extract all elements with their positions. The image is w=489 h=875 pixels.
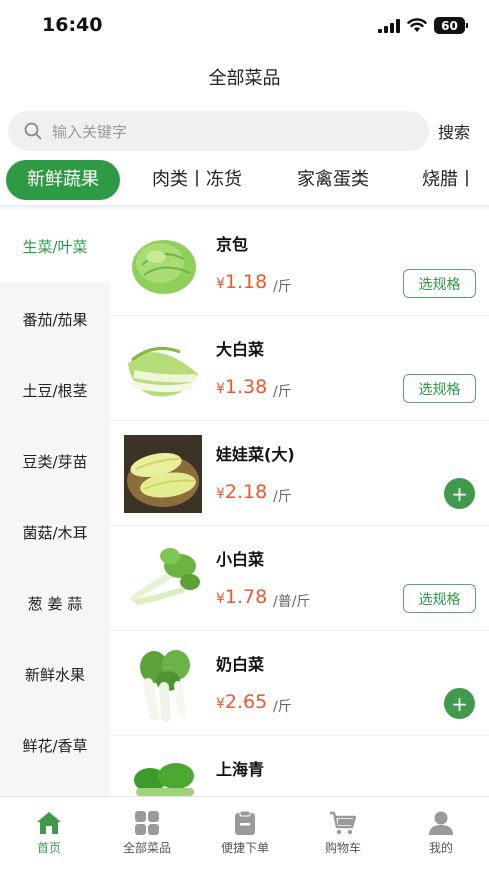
tab-home[interactable]: 首页 xyxy=(0,811,98,856)
sidebar-item-leafy[interactable]: 生菜/叶菜 xyxy=(0,211,110,282)
product-price: ¥1.78 xyxy=(216,586,267,608)
tab-label: 全部菜品 xyxy=(122,841,171,855)
product-list: 京包 ¥1.18 /斤 选规格 大白菜 ¥1.38 /斤 选规格 娃娃菜(大) … xyxy=(110,211,489,796)
tab-label: 我的 xyxy=(428,841,453,855)
cart-icon xyxy=(330,811,357,835)
product-item[interactable]: 小白菜 ¥1.78 /普/斤 选规格 xyxy=(110,526,489,631)
home-icon xyxy=(37,812,61,834)
product-name: 京包 xyxy=(216,235,249,254)
product-unit: /斤 xyxy=(273,384,292,400)
signal-icon xyxy=(378,18,400,33)
cabbage-image xyxy=(132,240,196,294)
currency-symbol: ¥ xyxy=(216,696,225,712)
tab-meat-frozen[interactable]: 肉类丨冻货 xyxy=(152,160,242,200)
napa-cabbage-image xyxy=(128,346,198,397)
baby-cabbage-image xyxy=(124,435,202,513)
add-to-cart-button[interactable]: + xyxy=(444,478,475,509)
tab-cart[interactable]: 购物车 xyxy=(294,811,392,856)
product-unit: /斤 xyxy=(273,699,292,715)
price-value: 2.65 xyxy=(224,691,268,713)
product-price: ¥1.38 xyxy=(216,376,267,398)
product-price: ¥2.18 xyxy=(216,481,267,503)
tab-label: 首页 xyxy=(36,841,61,855)
product-name: 大白菜 xyxy=(216,340,265,359)
currency-symbol: ¥ xyxy=(216,486,225,502)
tab-quick-order[interactable]: 便捷下单 xyxy=(196,811,294,856)
sidebar-item-beans[interactable]: 豆类/芽苗 xyxy=(0,426,110,497)
status-bar: 16:40 60 xyxy=(0,0,489,52)
milk-cabbage-image xyxy=(140,650,190,722)
product-item[interactable]: 京包 ¥1.18 /斤 选规格 xyxy=(110,211,489,316)
product-name: 小白菜 xyxy=(216,550,265,569)
tab-label: 购物车 xyxy=(324,841,361,855)
tab-all-dishes[interactable]: 全部菜品 xyxy=(98,811,196,856)
product-item[interactable]: 上海青 xyxy=(110,736,489,796)
sidebar-item-mushroom[interactable]: 菌菇/木耳 xyxy=(0,497,110,568)
tab-fresh-vegetables[interactable]: 新鲜蔬果 xyxy=(6,160,120,200)
status-time: 16:40 xyxy=(42,14,103,36)
product-price: ¥1.18 xyxy=(216,271,267,293)
sidebar-item-flowers-herbs[interactable]: 鲜花/香草 xyxy=(0,710,110,781)
price-value: 2.18 xyxy=(224,481,268,503)
bok-choy-image xyxy=(130,548,200,605)
price-value: 1.78 xyxy=(224,586,268,608)
product-price: ¥2.65 xyxy=(216,691,267,713)
tab-mine[interactable]: 我的 xyxy=(392,811,489,856)
currency-symbol: ¥ xyxy=(216,381,225,397)
search-placeholder: 输入关键字 xyxy=(52,122,128,141)
search-input[interactable]: 输入关键字 xyxy=(8,111,429,151)
product-item[interactable]: 大白菜 ¥1.38 /斤 选规格 xyxy=(110,316,489,421)
shanghai-green-image xyxy=(134,763,194,796)
battery-icon: 60 xyxy=(434,17,468,34)
tab-label: 便捷下单 xyxy=(220,841,269,855)
sidebar-item-potato[interactable]: 土豆/根茎 xyxy=(0,355,110,426)
grid-icon xyxy=(135,811,159,835)
clipboard-icon xyxy=(235,811,255,835)
currency-symbol: ¥ xyxy=(216,276,225,292)
status-icons: 60 xyxy=(378,17,468,34)
sidebar: 生菜/叶菜 番茄/茄果 土豆/根茎 豆类/芽苗 菌菇/木耳 葱 姜 蒜 新鲜水果… xyxy=(0,211,110,796)
price-value: 1.18 xyxy=(224,271,268,293)
wifi-icon xyxy=(407,18,427,32)
sidebar-item-tomato[interactable]: 番茄/茄果 xyxy=(0,284,110,355)
bottom-tab-bar: 首页 全部菜品 便捷下单 购物车 我的 xyxy=(0,796,489,875)
product-item[interactable]: 奶白菜 ¥2.65 /斤 + xyxy=(110,631,489,736)
user-icon xyxy=(429,811,453,835)
tab-poultry-eggs[interactable]: 家禽蛋类 xyxy=(297,160,369,200)
price-value: 1.38 xyxy=(224,376,268,398)
tab-roast-meat[interactable]: 烧腊丨 xyxy=(422,160,476,200)
product-name: 上海青 xyxy=(216,760,265,779)
product-name: 娃娃菜(大) xyxy=(216,445,295,464)
sidebar-item-fruit[interactable]: 新鲜水果 xyxy=(0,639,110,710)
product-name: 奶白菜 xyxy=(216,655,265,674)
search-button[interactable]: 搜索 xyxy=(438,119,470,143)
select-spec-button[interactable]: 选规格 xyxy=(403,374,476,403)
product-unit: /斤 xyxy=(273,489,292,505)
product-unit: /斤 xyxy=(273,279,292,295)
product-item[interactable]: 娃娃菜(大) ¥2.18 /斤 + xyxy=(110,421,489,526)
add-to-cart-button[interactable]: + xyxy=(444,688,475,719)
select-spec-button[interactable]: 选规格 xyxy=(403,584,476,613)
search-icon xyxy=(24,122,42,140)
select-spec-button[interactable]: 选规格 xyxy=(403,269,476,298)
sidebar-item-onion-ginger-garlic[interactable]: 葱 姜 蒜 xyxy=(0,568,110,639)
page-title: 全部菜品 xyxy=(208,68,281,89)
category-tabs: 新鲜蔬果 肉类丨冻货 家禽蛋类 烧腊丨 xyxy=(0,160,489,202)
product-unit: /普/斤 xyxy=(273,594,311,610)
currency-symbol: ¥ xyxy=(216,591,225,607)
